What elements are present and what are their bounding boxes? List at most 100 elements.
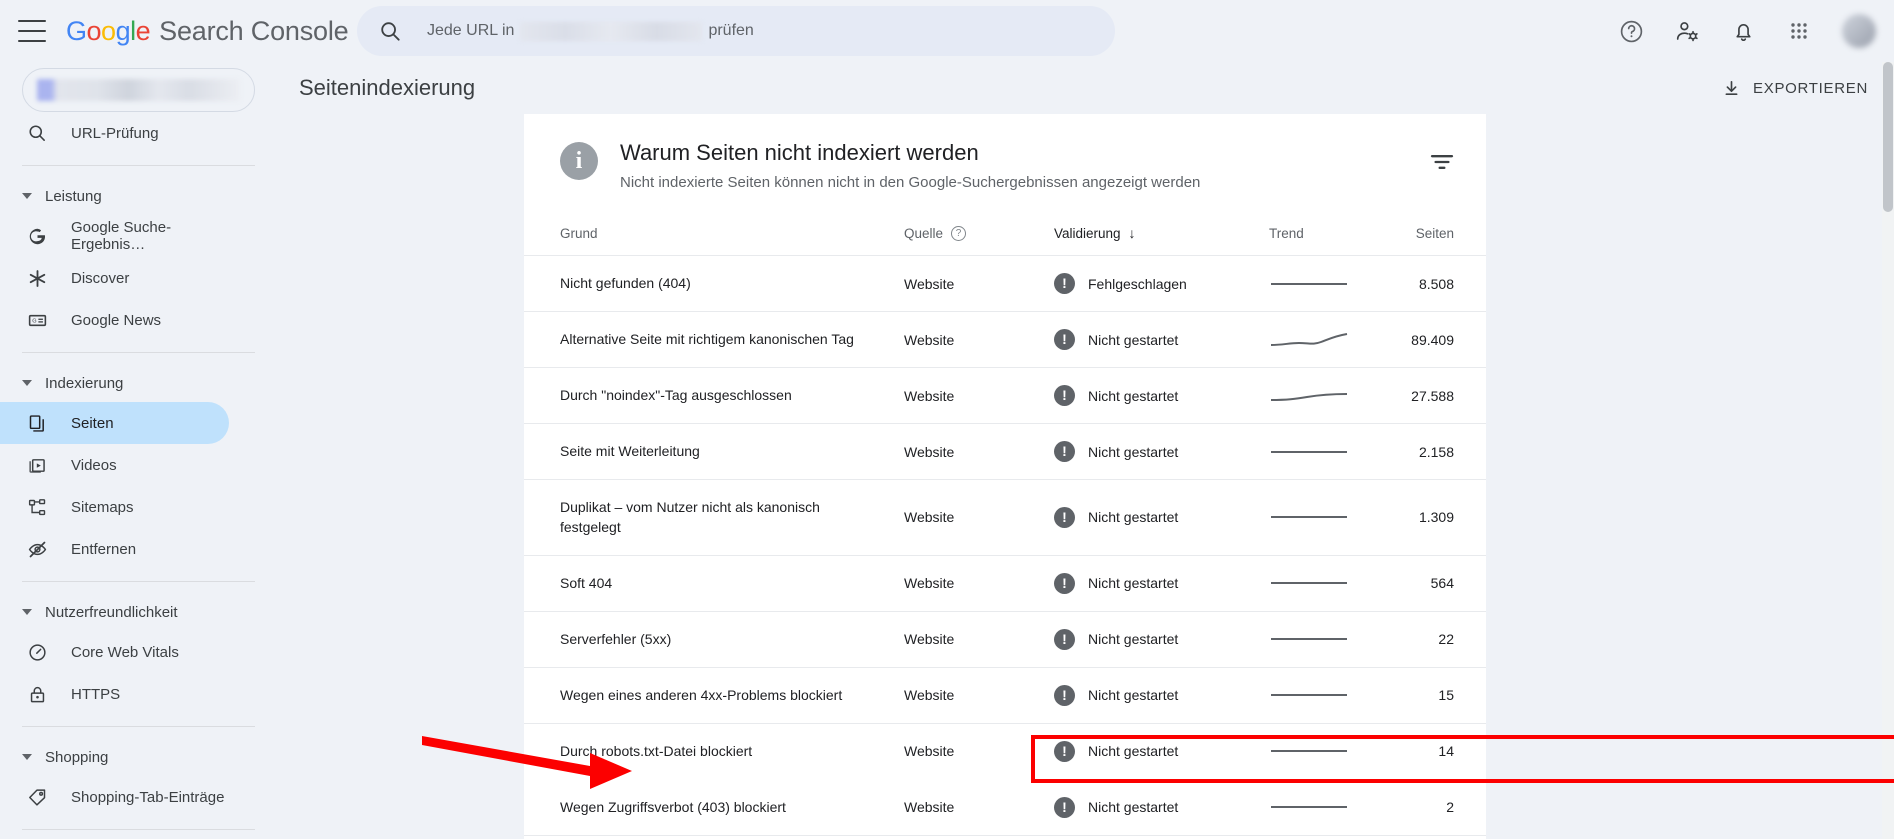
- column-header-source[interactable]: Quelle?: [904, 211, 1054, 256]
- trend-sparkline: [1271, 806, 1347, 809]
- sidebar-divider: [22, 352, 255, 353]
- cell-reason[interactable]: Wegen Zugriffsverbot (403) blockiert: [524, 779, 904, 836]
- page-title: Seitenindexierung: [299, 75, 476, 100]
- table-row[interactable]: Wegen eines anderen 4xx-Problems blockie…: [524, 667, 1486, 724]
- sidebar-item-videos[interactable]: Videos: [0, 444, 229, 486]
- property-selector[interactable]: [22, 68, 255, 112]
- cell-source: Website: [904, 611, 1054, 668]
- table-row[interactable]: Alternative Seite mit richtigem kanonisc…: [524, 311, 1486, 368]
- cell-source: Website: [904, 667, 1054, 724]
- sidebar-item-label: Core Web Vitals: [71, 643, 179, 661]
- validation-label: Nicht gestartet: [1088, 631, 1179, 648]
- filter-funnel-icon[interactable]: [1428, 148, 1456, 176]
- cell-validation: ! Nicht gestartet: [1054, 479, 1269, 556]
- sidebar-item-sitemaps[interactable]: Sitemaps: [0, 486, 229, 528]
- account-settings-icon[interactable]: [1674, 18, 1700, 44]
- cell-source: Website: [904, 555, 1054, 612]
- cell-reason[interactable]: Durch robots.txt-Datei blockiert: [524, 723, 904, 779]
- sidebar-group-indexierung[interactable]: Indexierung: [0, 364, 277, 402]
- sidebar-divider: [22, 581, 255, 582]
- trend-sparkline: [1271, 694, 1347, 697]
- search-icon: [381, 22, 400, 41]
- cell-reason[interactable]: Duplikat – vom Nutzer nicht als kanonisc…: [524, 479, 904, 556]
- cell-trend: [1269, 779, 1394, 836]
- cell-source: Website: [904, 423, 1054, 480]
- cell-reason[interactable]: Serverfehler (5xx): [524, 611, 904, 668]
- table-row[interactable]: Wegen Zugriffsverbot (403) blockiert Webs…: [524, 779, 1486, 836]
- sidebar-item-google-news[interactable]: G Google News: [0, 299, 229, 341]
- sidebar-item-google-suche-ergebnisse[interactable]: Google Suche-Ergebnis…: [0, 215, 229, 257]
- status-warning-icon: !: [1054, 441, 1075, 462]
- sidebar-group-label: Shopping: [45, 748, 109, 766]
- column-header-validation[interactable]: Validierung ↓: [1054, 211, 1269, 256]
- sidebar-item-url-inspection[interactable]: URL-Prüfung: [0, 112, 229, 154]
- scrollbar-thumb[interactable]: [1883, 62, 1893, 212]
- videos-icon: [25, 453, 49, 477]
- cell-pages: 1.309: [1394, 479, 1486, 556]
- eye-off-icon: [25, 537, 49, 561]
- redacted-property-name: [520, 21, 703, 41]
- cell-reason[interactable]: Soft 404: [524, 555, 904, 612]
- validation-label: Nicht gestartet: [1088, 799, 1179, 816]
- table-row[interactable]: Serverfehler (5xx) Website! Nicht gestarte…: [524, 611, 1486, 668]
- download-icon: [1725, 80, 1738, 95]
- sidebar-group-shopping[interactable]: Shopping: [0, 738, 277, 776]
- notifications-bell-icon[interactable]: [1730, 18, 1756, 44]
- cell-reason[interactable]: Nicht gefunden (404): [524, 255, 904, 312]
- cell-reason[interactable]: Alternative Seite mit richtigem kanonisc…: [524, 311, 904, 368]
- table-row[interactable]: Nicht gefunden (404) Website! Fehlgeschlag…: [524, 255, 1486, 312]
- page-header: Seitenindexierung EXPORTIEREN: [277, 62, 1894, 114]
- user-avatar[interactable]: [1842, 14, 1876, 48]
- sidebar-item-core-web-vitals[interactable]: Core Web Vitals: [0, 631, 229, 673]
- help-icon[interactable]: [1618, 18, 1644, 44]
- table-row[interactable]: Seite mit Weiterleitung Website! Nicht ges…: [524, 423, 1486, 480]
- cell-reason[interactable]: Seite mit Weiterleitung: [524, 423, 904, 480]
- table-row[interactable]: Soft 404 Website! Nicht gestartet 564: [524, 555, 1486, 612]
- sidebar: URL-Prüfung Leistung Google Suche-Ergebn…: [0, 62, 277, 839]
- url-inspection-search-bar[interactable]: Jede URL in prüfen: [357, 6, 1115, 56]
- cell-pages: 15: [1394, 667, 1486, 724]
- column-header-pages[interactable]: Seiten: [1394, 211, 1486, 256]
- validation-label: Nicht gestartet: [1088, 331, 1179, 348]
- column-header-reason[interactable]: Grund: [524, 211, 904, 256]
- help-icon[interactable]: ?: [951, 225, 967, 241]
- sidebar-group-nutzerfreundlichkeit[interactable]: Nutzerfreundlichkeit: [0, 593, 277, 631]
- cell-pages: 22: [1394, 611, 1486, 668]
- trend-sparkline: [1271, 450, 1347, 453]
- cell-source: Website: [904, 743, 955, 760]
- trend-sparkline: [1271, 750, 1347, 753]
- apps-grid-icon[interactable]: [1786, 18, 1812, 44]
- status-warning-icon: !: [1054, 628, 1075, 650]
- cell-reason[interactable]: Durch "noindex"-Tag ausgeschlossen: [524, 367, 904, 424]
- sidebar-item-https[interactable]: HTTPS: [0, 673, 229, 715]
- cell-pages: 27.588: [1394, 367, 1486, 424]
- trend-sparkline: [1271, 516, 1347, 519]
- cell-reason[interactable]: Wegen eines anderen 4xx-Problems blockie…: [524, 667, 904, 724]
- sidebar-divider: [22, 726, 255, 727]
- page-scrollbar[interactable]: [1882, 62, 1894, 839]
- lock-icon: [25, 682, 49, 706]
- table-row[interactable]: Durch robots.txt-Datei blockiert Website!…: [524, 723, 1486, 779]
- sidebar-item-seiten[interactable]: Seiten: [0, 402, 229, 444]
- hamburger-menu-icon[interactable]: [18, 20, 46, 42]
- sidebar-item-shopping-tab-eintraege[interactable]: Shopping-Tab-Einträge: [0, 776, 229, 818]
- chevron-down-icon: [22, 193, 32, 199]
- validation-label: Nicht gestartet: [1088, 509, 1179, 526]
- sidebar-item-entfernen[interactable]: Entfernen: [0, 528, 229, 570]
- app-brand: Google Search Console: [66, 16, 349, 47]
- card-header: i Warum Seiten nicht indexiert werden Ni…: [524, 114, 1486, 211]
- status-warning-icon: !: [1054, 572, 1075, 594]
- table-row[interactable]: Duplikat – vom Nutzer nicht als kanonisc…: [524, 479, 1486, 556]
- svg-text:G: G: [32, 318, 36, 324]
- cell-trend: [1269, 423, 1394, 480]
- sitemaps-icon: [25, 495, 49, 519]
- sidebar-group-leistung[interactable]: Leistung: [0, 177, 277, 215]
- column-header-trend[interactable]: Trend: [1269, 211, 1394, 256]
- table-body: Nicht gefunden (404) Website! Fehlgeschlag…: [524, 255, 1486, 836]
- sidebar-item-label: Entfernen: [71, 540, 137, 558]
- cell-pages: 14: [1438, 743, 1454, 760]
- google-news-icon: G: [25, 308, 49, 332]
- export-button[interactable]: EXPORTIEREN: [1722, 79, 1868, 98]
- table-row[interactable]: Durch "noindex"-Tag ausgeschlossen Websit…: [524, 367, 1486, 424]
- sidebar-item-discover[interactable]: Discover: [0, 257, 229, 299]
